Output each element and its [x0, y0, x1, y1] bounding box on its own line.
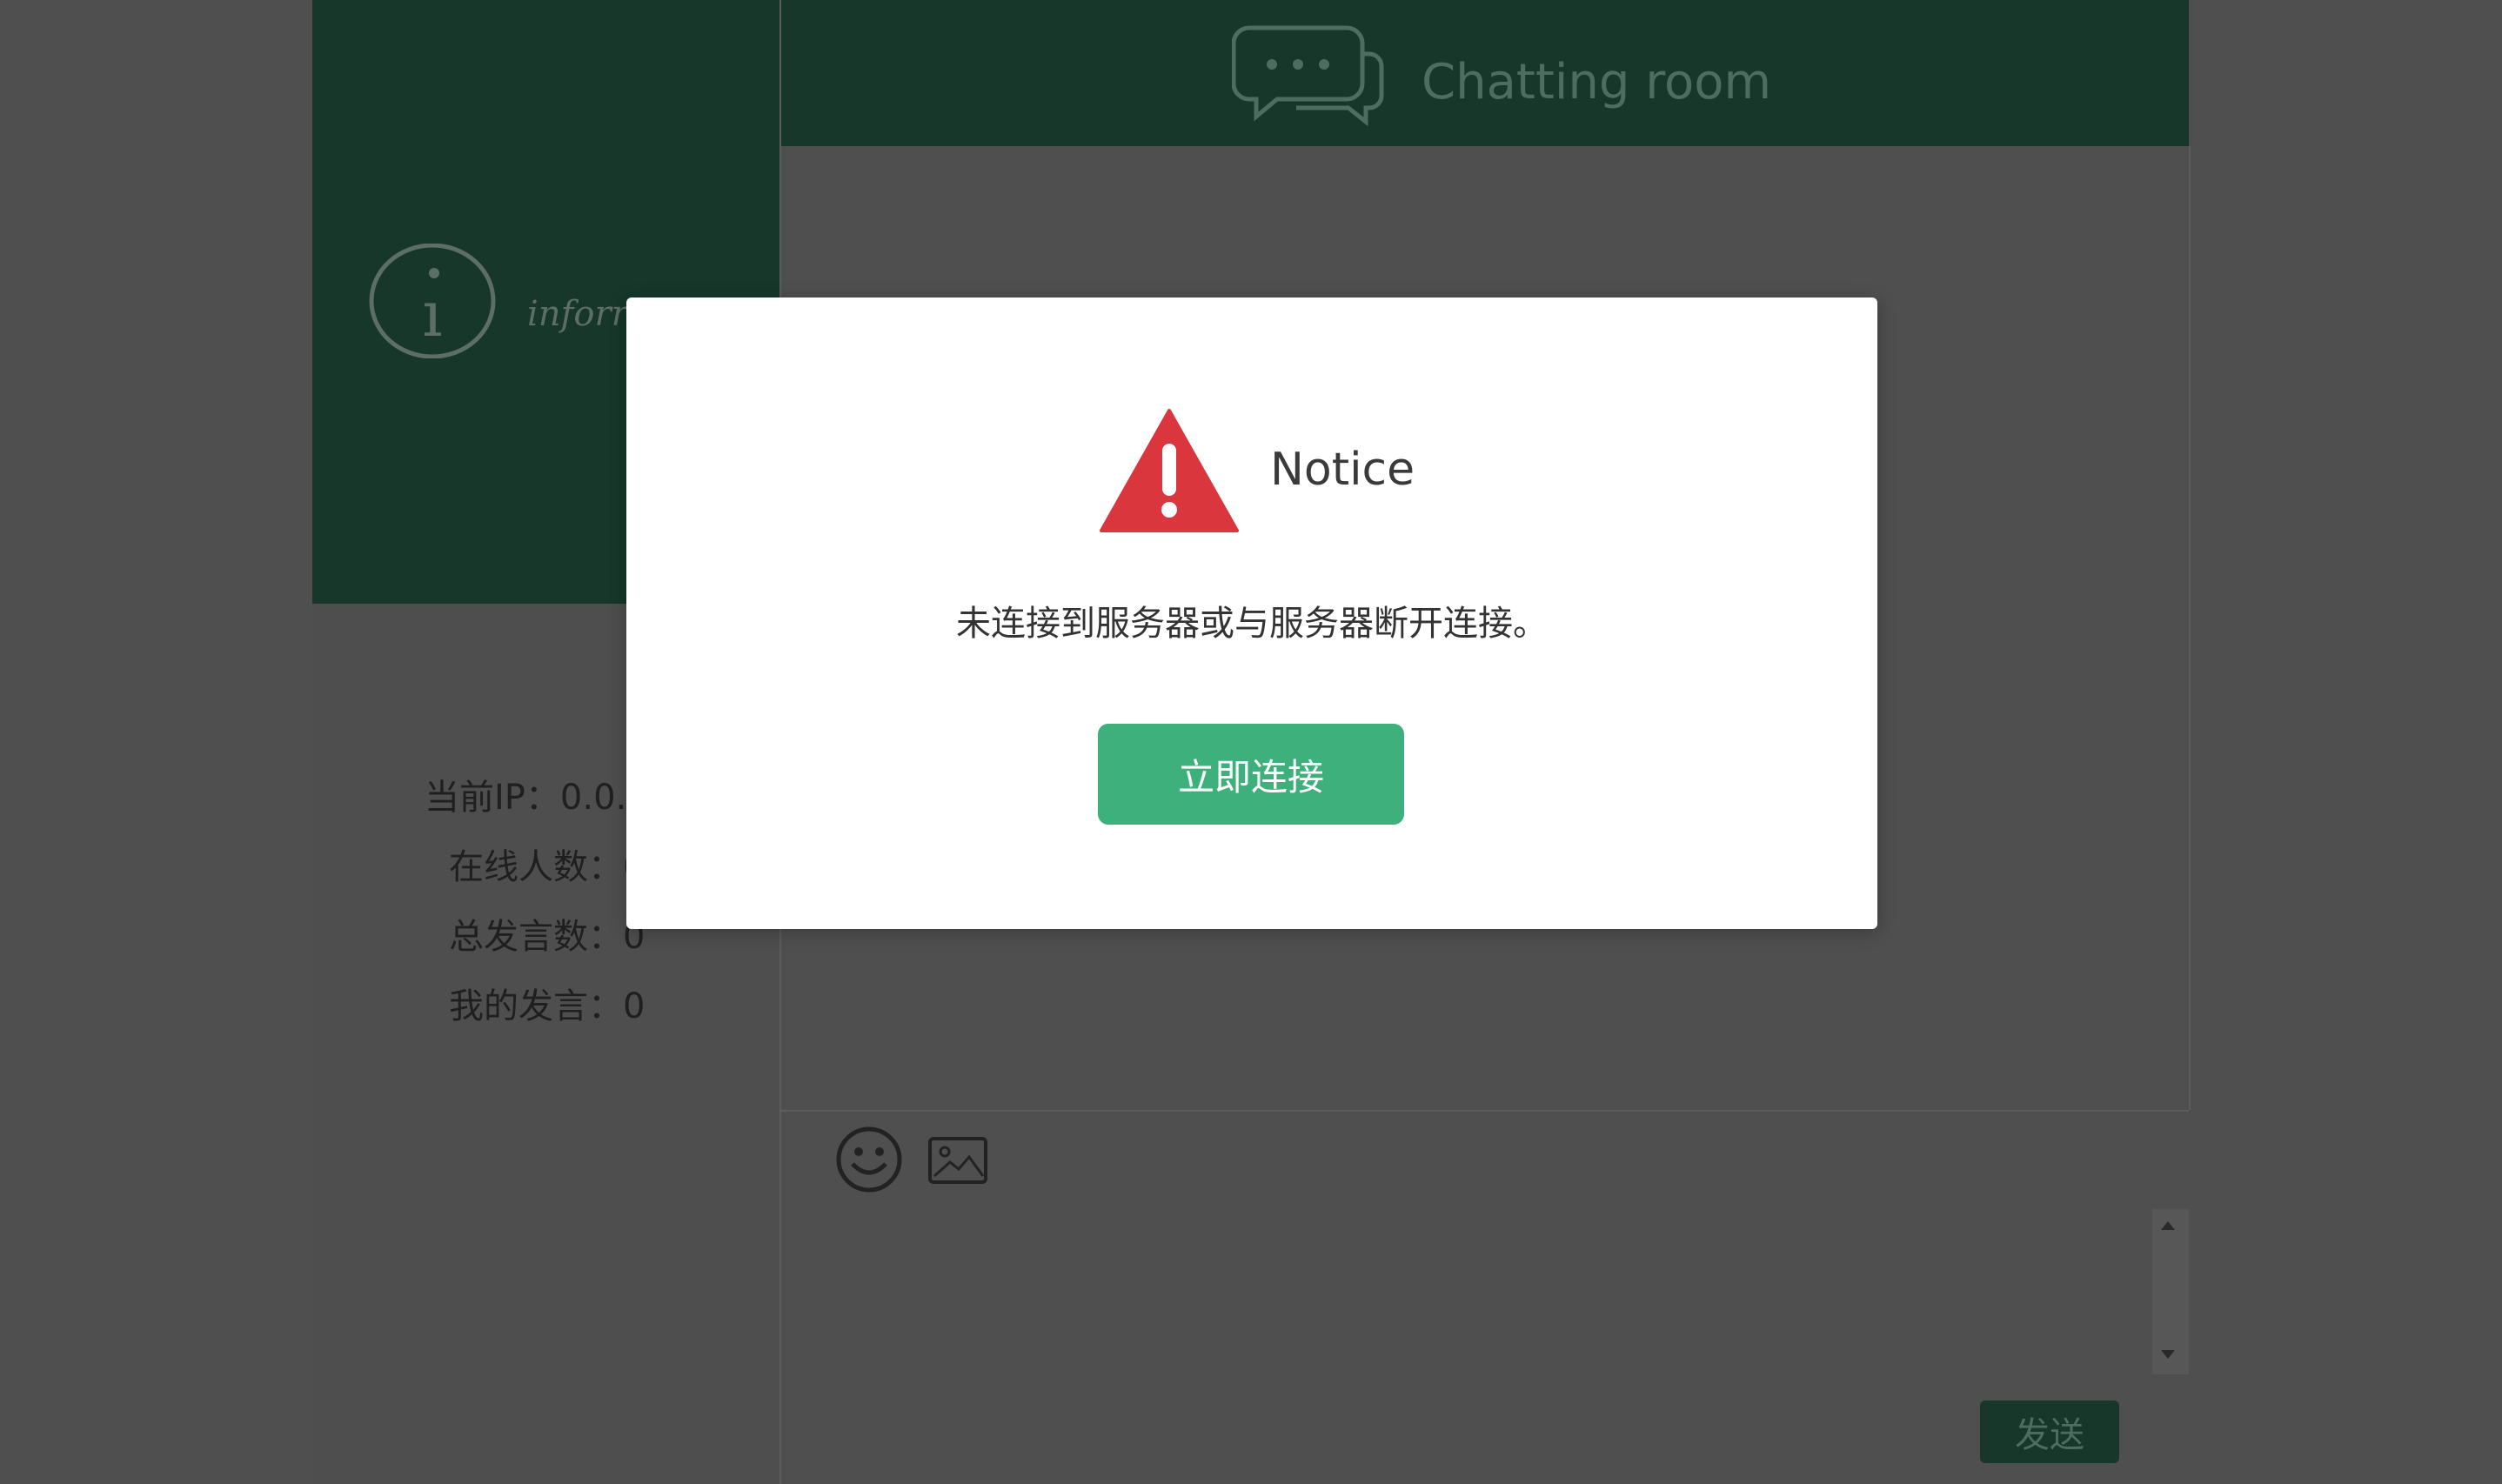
stat-my-messages: 我的发言：0 — [449, 978, 645, 1028]
smiley-icon[interactable] — [835, 1126, 903, 1193]
stat-label: 我的发言： — [449, 986, 623, 1026]
dialog-message: 未连接到服务器或与服务器断开连接。 — [956, 604, 1548, 644]
dialog-title: Notice — [1270, 444, 1415, 496]
stat-label: 在线人数： — [449, 847, 623, 887]
chat-title: Chatting room — [1422, 54, 1772, 110]
send-button[interactable]: 发送 — [1980, 1400, 2119, 1463]
info-label: inforr — [527, 294, 628, 334]
svg-text:ı: ı — [422, 277, 442, 351]
image-icon[interactable] — [927, 1136, 988, 1185]
scroll-down-arrow-icon[interactable] — [2161, 1350, 2175, 1359]
stat-value: 0 — [623, 986, 646, 1026]
stat-label: 当前IP： — [425, 778, 560, 818]
warning-icon — [1100, 409, 1239, 532]
stat-total-messages: 总发言数：0 — [449, 908, 645, 959]
message-input[interactable] — [781, 1207, 2189, 1484]
stat-current-ip: 当前IP：0.0.0 — [425, 769, 649, 819]
connect-now-button[interactable]: 立即连接 — [1098, 724, 1404, 825]
stat-label: 总发言数： — [449, 917, 623, 957]
scroll-up-arrow-icon[interactable] — [2161, 1221, 2175, 1230]
stat-online-count: 在线人数：0 — [449, 839, 645, 889]
info-icon: ı — [369, 244, 496, 358]
chat-bubbles-icon — [1232, 25, 1384, 127]
composer-toolbar — [781, 1110, 2189, 1209]
